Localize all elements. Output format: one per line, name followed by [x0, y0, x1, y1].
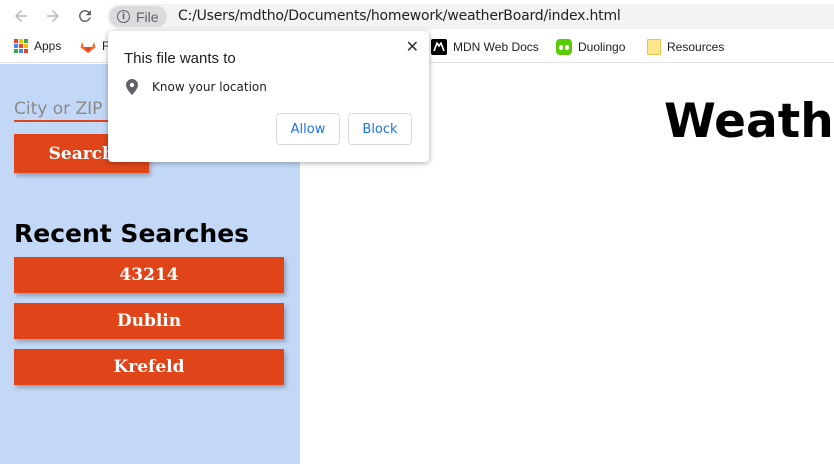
bookmark-label: MDN Web Docs [453, 40, 539, 54]
block-button[interactable]: Block [348, 113, 412, 145]
city-search-input[interactable] [14, 98, 109, 122]
gitlab-icon [80, 42, 96, 53]
page-title: Weather Dashboard [664, 94, 834, 149]
popup-title: This file wants to [124, 50, 236, 67]
bookmark-label: Duolingo [578, 40, 626, 54]
bookmark-duolingo[interactable]: Duolingo [556, 39, 625, 55]
site-info-chip[interactable]: i File [109, 6, 167, 27]
bookmark-label: Resources [667, 40, 725, 54]
location-pin-icon [126, 79, 138, 95]
allow-button[interactable]: Allow [276, 113, 340, 145]
recent-search-button[interactable]: 43214 [14, 257, 284, 293]
address-bar[interactable]: i File C:/Users/mdtho/Documents/homework… [107, 4, 834, 29]
url-text[interactable]: C:/Users/mdtho/Documents/homework/weathe… [178, 8, 621, 24]
bookmark-apps[interactable]: Apps [14, 39, 61, 53]
recent-search-button[interactable]: Dublin [14, 303, 284, 339]
bookmark-mdn[interactable]: MDN Web Docs [431, 39, 539, 55]
close-icon[interactable]: ✕ [406, 37, 419, 56]
bookmark-resources[interactable]: Resources [647, 39, 724, 55]
info-icon: i [117, 10, 130, 23]
bookmark-gitlab[interactable]: F [80, 39, 109, 53]
mdn-icon [431, 39, 447, 55]
apps-icon [14, 39, 28, 53]
location-permission-popup: ✕ This file wants to Know your location … [108, 31, 429, 162]
recent-search-button[interactable]: Krefeld [14, 349, 284, 385]
file-chip-label: File [136, 8, 159, 25]
bookmark-label: Apps [34, 39, 62, 53]
forward-arrow-icon[interactable] [42, 5, 64, 27]
browser-toolbar: i File C:/Users/mdtho/Documents/homework… [0, 0, 834, 33]
permission-label: Know your location [152, 80, 267, 94]
duolingo-icon [556, 39, 572, 55]
reload-icon[interactable] [74, 5, 96, 27]
recent-searches-heading: Recent Searches [14, 219, 250, 248]
folder-icon [647, 39, 661, 55]
permission-row: Know your location [126, 79, 267, 95]
back-arrow-icon[interactable] [10, 5, 32, 27]
